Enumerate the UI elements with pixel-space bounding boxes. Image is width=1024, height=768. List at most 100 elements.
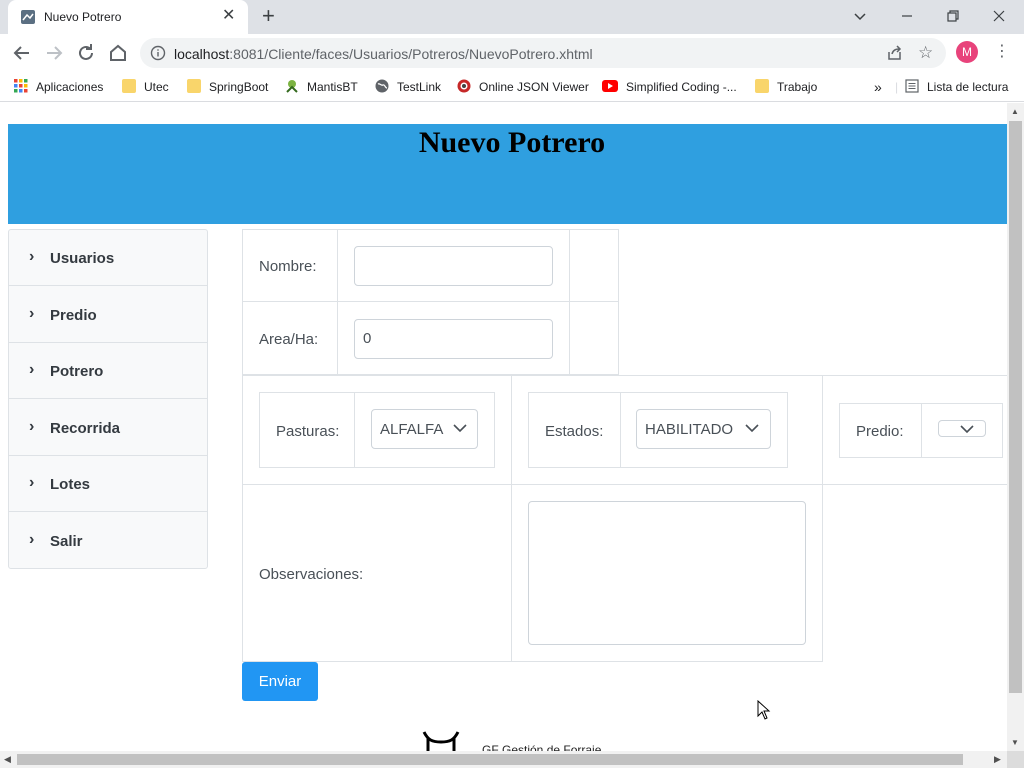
area-input[interactable]: 0 [354,319,553,359]
tab-close-icon[interactable]: ✕ [222,6,235,26]
new-tab-button[interactable]: + [262,4,275,28]
scrollbar-corner [1007,751,1024,768]
page-viewport: Nuevo Potrero › Usuarios › Predio › Potrero… [0,103,1007,751]
bookmark-star-icon[interactable]: ☆ [918,43,933,63]
share-icon[interactable] [886,44,904,62]
bookmark-online-json-viewer[interactable]: Online JSON Viewer [457,78,589,96]
page-header: Nuevo Potrero [8,124,1007,224]
bookmark-label: TestLink [397,80,442,94]
nombre-label: Nombre: [259,258,317,275]
sidebar-item-label: Lotes [50,476,91,493]
page-title: Nuevo Potrero [418,126,606,159]
sidebar-menu: › Usuarios › Predio › Potrero › Recorrida › L… [8,229,208,569]
bookmark-label: MantisBT [307,80,358,94]
pasturas-selected-value: ALFALFA [380,421,444,438]
vertical-scrollbar[interactable]: ▲ ▼ [1007,103,1024,751]
browser-menu-icon[interactable]: ⋮ [994,41,1010,63]
back-arrow-icon[interactable] [10,41,34,65]
sidebar-item-lotes[interactable]: › Lotes [9,456,207,512]
sidebar-item-label: Potrero [50,363,104,380]
area-label: Area/Ha: [259,331,319,348]
horizontal-scroll-thumb[interactable] [17,754,963,765]
url-path: :8081/Cliente/faces/Usuarios/Potreros/Nu… [229,46,593,62]
cow-logo-icon [422,731,460,751]
bookmark-label: Utec [144,80,169,94]
address-bar[interactable]: localhost:8081/Cliente/faces/Usuarios/Po… [140,38,946,68]
sidebar-item-recorrida[interactable]: › Recorrida [9,400,207,456]
browser-tab-strip: Nuevo Potrero ✕ + [0,0,1024,34]
bookmark-label: Simplified Coding -... [626,80,737,94]
sidebar-item-label: Predio [50,307,97,324]
page-favicon-icon [21,10,35,24]
folder-icon [187,79,201,93]
forward-arrow-icon[interactable] [42,41,66,65]
chevron-down-icon [745,424,759,433]
bookmark-simplified-coding[interactable]: Simplified Coding -... [602,78,737,96]
sidebar-item-potrero[interactable]: › Potrero [9,343,207,399]
url-text: localhost:8081/Cliente/faces/Usuarios/Po… [174,46,593,62]
sidebar-item-label: Recorrida [50,420,121,437]
tab-search-icon[interactable] [853,9,867,23]
chevron-right-icon: › [29,305,35,322]
area-message-cell [569,301,619,375]
sidebar-item-label: Usuarios [50,250,115,267]
browser-tab[interactable]: Nuevo Potrero ✕ [8,0,248,34]
mantis-icon [286,80,298,93]
bookmark-utec[interactable]: Utec [122,78,169,96]
vertical-scroll-thumb[interactable] [1009,121,1022,693]
json-viewer-icon [457,79,471,93]
scroll-right-arrow-icon[interactable]: ▶ [994,754,1001,765]
scroll-up-arrow-icon[interactable]: ▲ [1011,107,1019,116]
bookmark-mantisbt[interactable]: MantisBT [285,78,358,96]
chevron-right-icon: › [29,248,35,265]
bookmark-testlink[interactable]: TestLink [375,78,441,96]
reload-icon[interactable] [74,41,98,65]
profile-avatar[interactable]: M [956,41,978,63]
estados-dropdown[interactable]: HABILITADO [636,409,771,449]
youtube-icon [602,80,618,92]
bookmark-trabajo[interactable]: Trabajo [755,78,817,96]
bookmarks-separator: | [895,80,899,94]
sidebar-item-salir[interactable]: › Salir [9,513,207,569]
chevron-right-icon: › [29,418,35,435]
chevron-down-icon [453,424,467,433]
home-icon[interactable] [106,41,130,65]
close-window-icon[interactable] [992,9,1006,23]
bookmark-label: Aplicaciones [36,80,104,94]
estados-label: Estados: [545,423,604,440]
url-host: localhost [174,46,230,62]
chevron-right-icon: › [29,474,35,491]
sidebar-item-usuarios[interactable]: › Usuarios [9,230,207,286]
tab-title: Nuevo Potrero [44,10,122,24]
apps-grid-icon [14,79,28,93]
bookmark-label: Trabajo [777,80,818,94]
chevron-right-icon: › [29,361,35,378]
nombre-input[interactable] [354,246,553,286]
reading-list-icon [905,79,919,93]
pasturas-dropdown[interactable]: ALFALFA [371,409,478,449]
sidebar-item-label: Salir [50,533,83,550]
chevron-down-icon [960,425,974,434]
horizontal-scrollbar[interactable]: ◀ ▶ [0,751,1007,768]
nombre-message-cell [569,229,619,302]
bookmarks-overflow-button[interactable]: » [874,78,882,96]
bookmark-aplicaciones[interactable]: Aplicaciones [14,78,103,96]
enviar-button[interactable]: Enviar [242,662,318,701]
scroll-down-arrow-icon[interactable]: ▼ [1011,738,1019,747]
folder-icon [122,79,136,93]
pasturas-label: Pasturas: [276,423,340,440]
sidebar-item-predio[interactable]: › Predio [9,287,207,343]
site-info-icon[interactable] [150,45,166,61]
reading-list-button[interactable]: Lista de lectura [905,78,1008,96]
bookmark-label: SpringBoot [209,80,269,94]
scroll-left-arrow-icon[interactable]: ◀ [4,754,11,765]
browser-toolbar: localhost:8081/Cliente/faces/Usuarios/Po… [0,34,1024,72]
reading-list-label: Lista de lectura [927,80,1009,94]
bookmark-label: Online JSON Viewer [479,80,589,94]
restore-icon[interactable] [946,9,960,23]
mouse-cursor-icon [757,700,771,720]
bookmark-springboot[interactable]: SpringBoot [187,78,268,96]
observaciones-textarea[interactable] [528,501,806,645]
predio-dropdown[interactable] [938,420,986,437]
minimize-icon[interactable] [900,9,914,23]
